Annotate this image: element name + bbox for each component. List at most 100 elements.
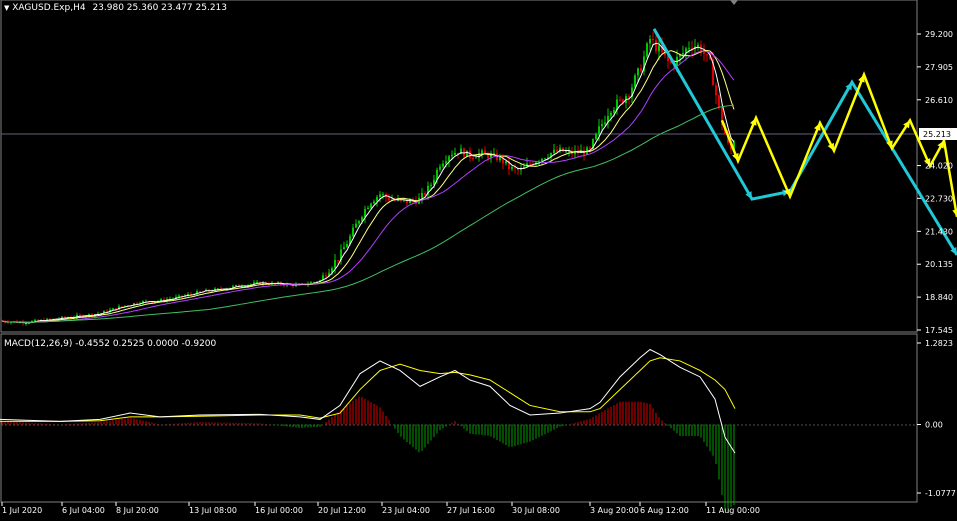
symbol-header: ▼ XAGUSD.Exp,H4 23.980 25.360 23.477 25.… bbox=[4, 3, 227, 13]
candle-body bbox=[688, 47, 690, 49]
candle-body bbox=[481, 150, 483, 154]
candle-body bbox=[598, 126, 600, 134]
time-tick-label: 6 Jul 04:00 bbox=[62, 506, 105, 515]
candle-body bbox=[34, 319, 36, 321]
candle-body bbox=[388, 197, 390, 201]
ohlc-values: 23.980 25.360 23.477 25.213 bbox=[92, 3, 228, 13]
candle-body bbox=[706, 54, 708, 56]
candle-body bbox=[370, 203, 372, 208]
candle-body bbox=[682, 52, 684, 55]
time-tick-label: 13 Jul 08:00 bbox=[189, 506, 237, 515]
candle-body bbox=[640, 68, 642, 72]
candle-body bbox=[637, 68, 639, 76]
candle-body bbox=[718, 95, 720, 108]
candle-body bbox=[601, 124, 603, 127]
candle-body bbox=[466, 150, 468, 157]
moving-averages bbox=[1, 42, 735, 324]
chart-canvas[interactable]: 29.200 27.905 26.610 24.020 22.730 21.430 20.1… bbox=[0, 0, 957, 518]
candle-body bbox=[595, 133, 597, 140]
candle-body bbox=[565, 151, 567, 153]
time-tick-label: 27 Jul 16:00 bbox=[447, 506, 495, 515]
chart-area[interactable]: 29.200 27.905 26.610 24.020 22.730 21.430 20.1… bbox=[0, 0, 957, 518]
candle-body bbox=[553, 149, 555, 154]
candle-body bbox=[619, 99, 621, 101]
candle-body bbox=[421, 192, 423, 198]
time-tick-label: 23 Jul 04:00 bbox=[382, 506, 430, 515]
candle-body bbox=[343, 247, 345, 250]
candle-body bbox=[475, 157, 477, 159]
time-tick-label: 8 Jul 20:00 bbox=[116, 506, 159, 515]
time-tick-label: 6 Aug 12:00 bbox=[640, 506, 689, 515]
time-tick-label: 30 Jul 08:00 bbox=[512, 506, 560, 515]
candle-body bbox=[337, 260, 339, 262]
macd-histogram bbox=[1, 396, 735, 511]
candlesticks bbox=[1, 31, 735, 326]
price-tick-label: 22.730 bbox=[925, 194, 953, 203]
candle-body bbox=[361, 217, 363, 221]
candle-body bbox=[556, 149, 558, 152]
candle-body bbox=[511, 167, 513, 169]
candle-body bbox=[604, 122, 606, 125]
candle-body bbox=[439, 166, 441, 170]
projection-zigzags bbox=[652, 28, 957, 256]
candle-body bbox=[613, 109, 615, 113]
price-axis: 29.200 27.905 26.610 24.020 22.730 21.430 20.1… bbox=[917, 30, 953, 335]
price-tick-label: 21.430 bbox=[925, 227, 953, 236]
candle-body bbox=[505, 161, 507, 164]
macd-header: MACD(12,26,9) -0.4552 0.2525 0.0000 -0.9… bbox=[4, 339, 217, 349]
candle-body bbox=[484, 150, 486, 154]
price-tick-label: 18.840 bbox=[925, 293, 953, 302]
price-tick-label: 20.135 bbox=[925, 260, 953, 269]
ma-fast-line bbox=[1, 42, 735, 324]
candle-body bbox=[355, 223, 357, 228]
triangle-down-icon: ▼ bbox=[4, 4, 10, 12]
ma-slow-line bbox=[1, 50, 735, 323]
price-tick-label: 26.610 bbox=[925, 96, 953, 105]
current-price-label: 25.213 bbox=[923, 130, 951, 139]
candle-body bbox=[382, 194, 384, 196]
candle-body bbox=[373, 201, 375, 204]
candle-body bbox=[334, 260, 336, 269]
candle-body bbox=[646, 43, 648, 57]
candle-body bbox=[634, 75, 636, 88]
candle-body bbox=[79, 314, 81, 316]
candle-body bbox=[376, 196, 378, 202]
candle-body bbox=[589, 147, 591, 149]
candle-body bbox=[703, 52, 705, 55]
candle-body bbox=[352, 227, 354, 237]
candle-body bbox=[454, 152, 456, 155]
macd-tick-label: 1.2823 bbox=[925, 339, 953, 348]
candle-body bbox=[610, 112, 612, 116]
price-pane-frame bbox=[0, 0, 918, 333]
candle-body bbox=[652, 38, 654, 40]
candle-body bbox=[445, 161, 447, 164]
macd-tick-label: -1.0777 bbox=[925, 489, 956, 498]
candle-body bbox=[628, 96, 630, 98]
triangle-down-icon bbox=[730, 0, 738, 5]
price-tick-label: 27.905 bbox=[925, 63, 953, 72]
time-tick-label: 11 Aug 00:00 bbox=[706, 506, 760, 515]
candle-body bbox=[235, 284, 237, 287]
macd-tick-label: 0.00 bbox=[925, 421, 943, 430]
candle-body bbox=[178, 295, 180, 297]
macd-axis: 1.2823 0.00 -1.0777 bbox=[917, 339, 956, 498]
candle-body bbox=[379, 194, 381, 197]
symbol-label: XAGUSD.Exp,H4 bbox=[12, 3, 86, 13]
price-tick-label: 29.200 bbox=[925, 30, 953, 39]
candle-body bbox=[346, 243, 348, 248]
candle-body bbox=[544, 158, 546, 160]
candle-body bbox=[655, 39, 657, 52]
cyan-projection bbox=[652, 28, 957, 256]
candle-body bbox=[442, 163, 444, 167]
candle-body bbox=[649, 38, 651, 44]
candle-body bbox=[358, 220, 360, 224]
candle-body bbox=[367, 207, 369, 209]
time-tick-label: 3 Aug 20:00 bbox=[590, 506, 639, 515]
candle-body bbox=[430, 184, 432, 186]
price-tick-label: 24.020 bbox=[925, 162, 953, 171]
candle-body bbox=[529, 163, 531, 165]
ma-mid-line bbox=[1, 50, 735, 323]
time-tick-label: 16 Jul 00:00 bbox=[255, 506, 303, 515]
time-tick-label: 1 Jul 2020 bbox=[2, 506, 42, 515]
candle-body bbox=[325, 275, 327, 277]
